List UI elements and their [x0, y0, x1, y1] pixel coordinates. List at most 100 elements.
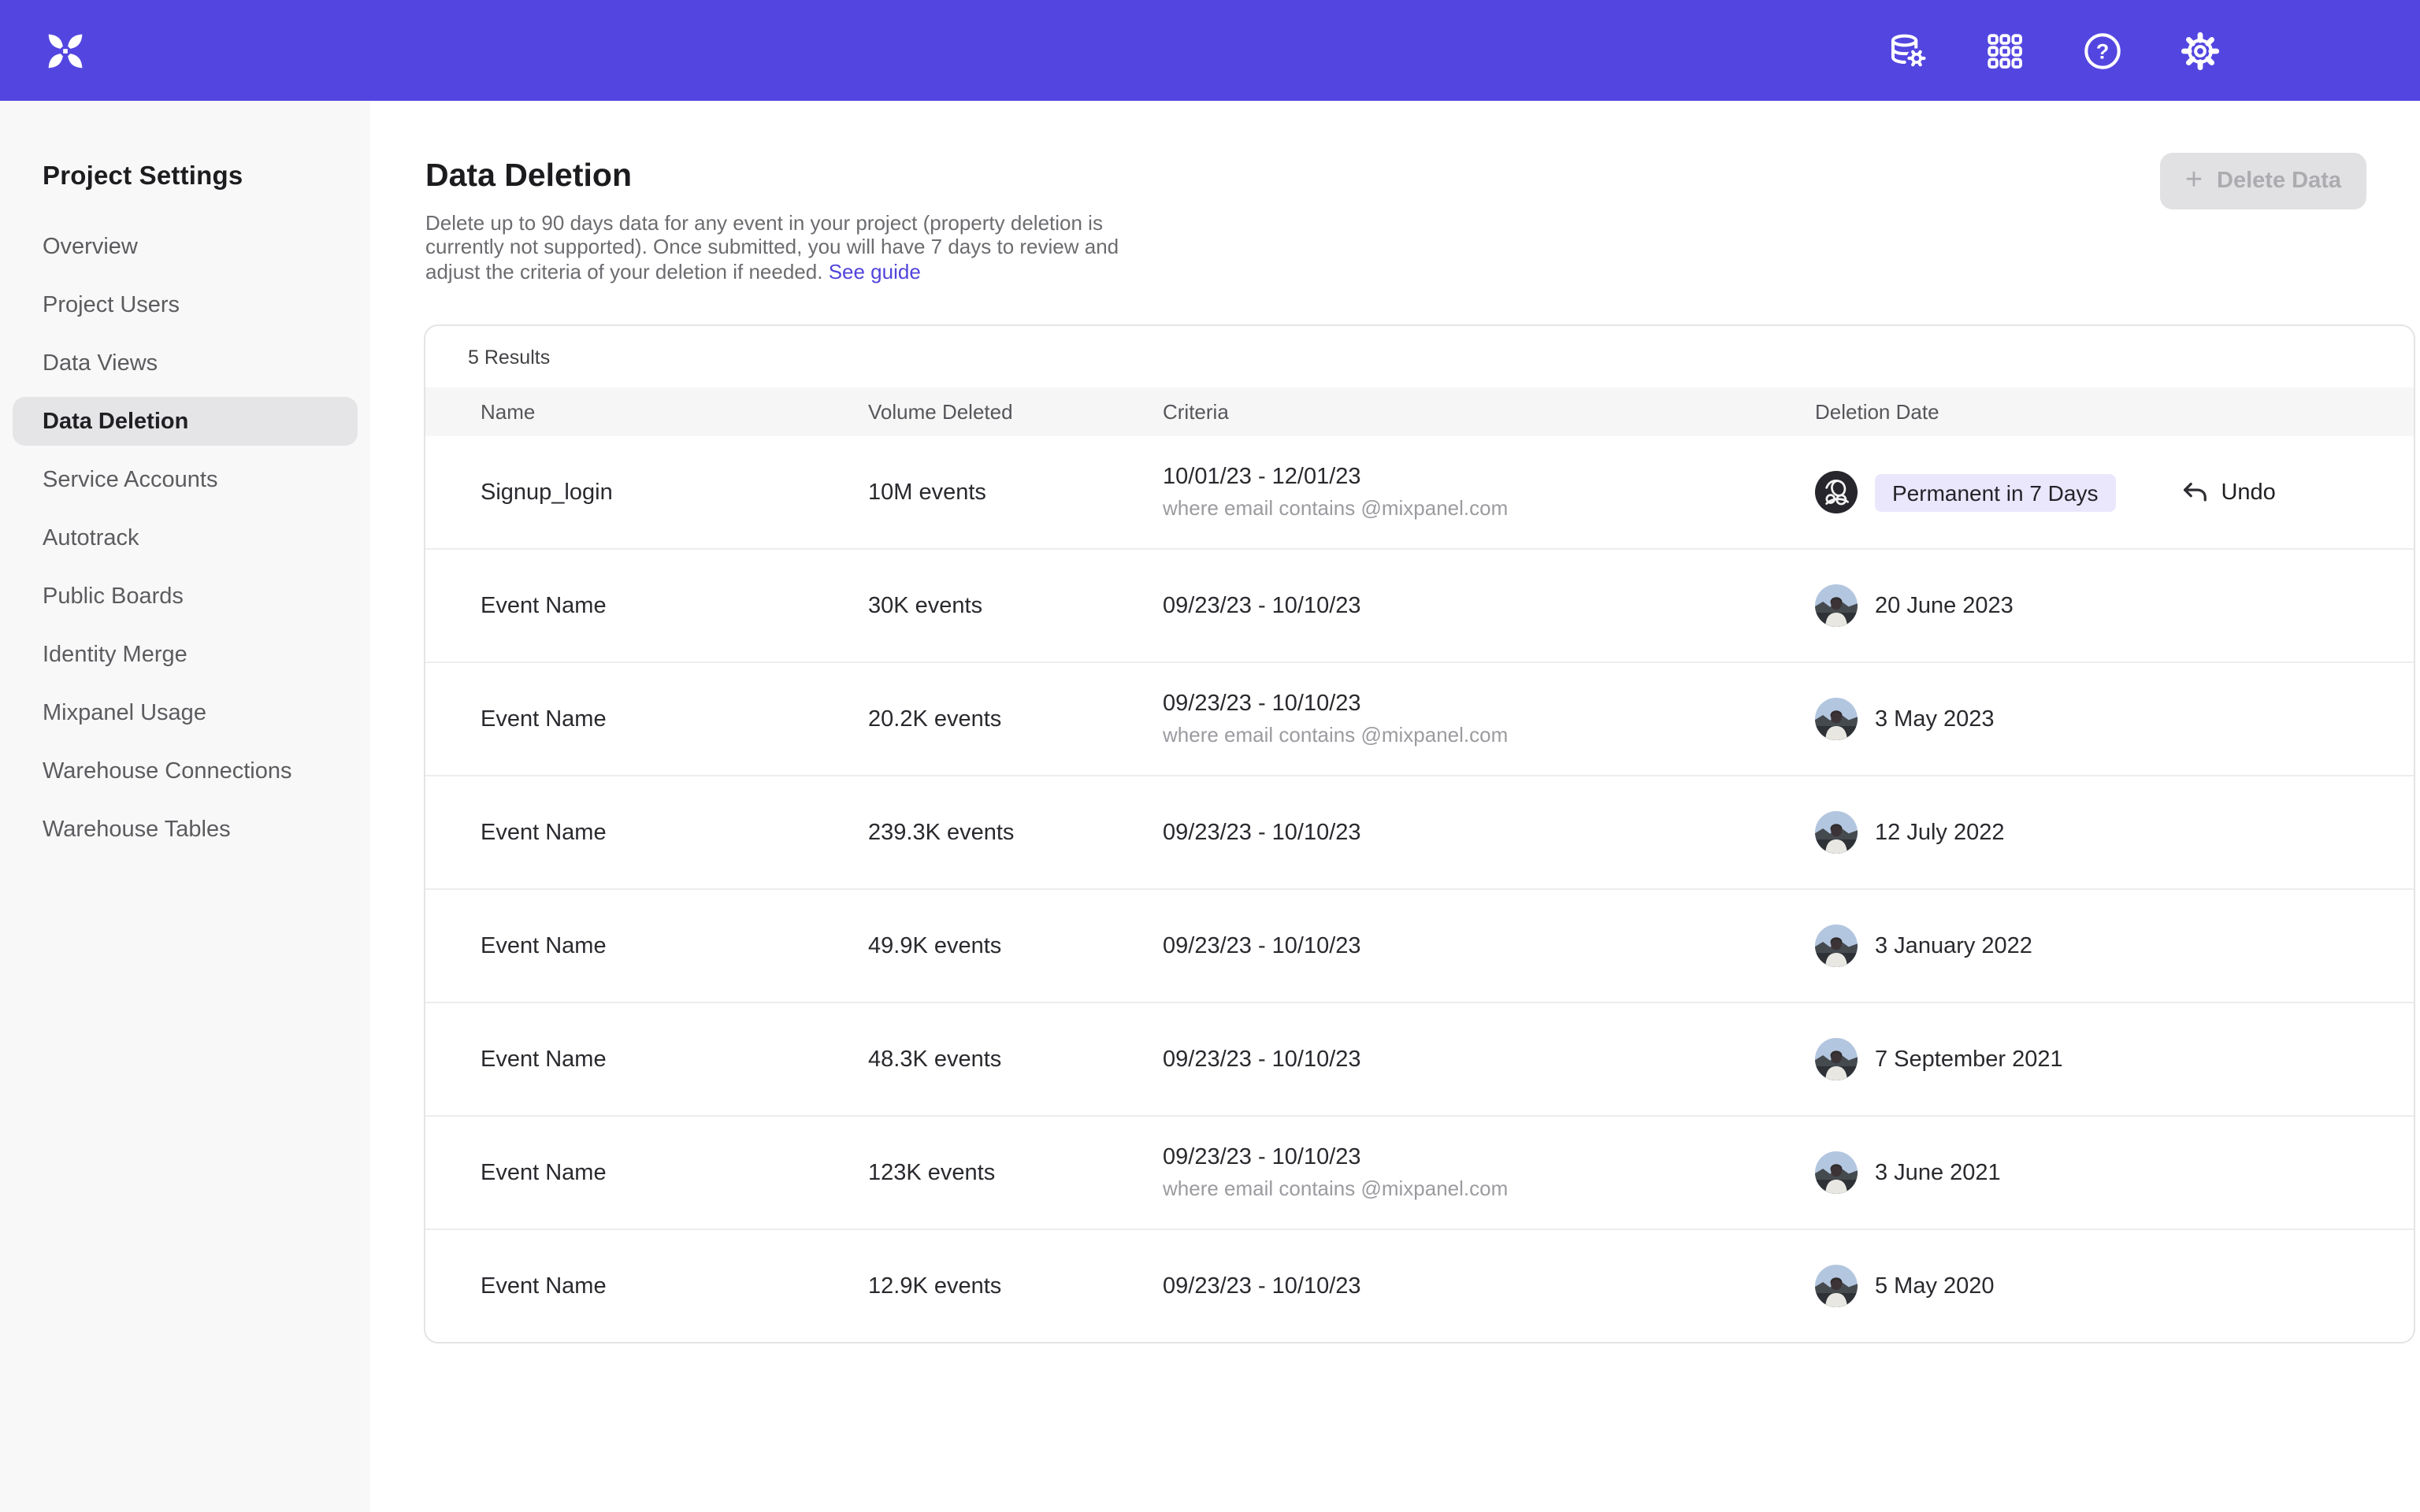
plus-icon: +: [2185, 165, 2203, 195]
user-avatar: [1815, 698, 1858, 740]
sidebar-item-label: Warehouse Tables: [13, 805, 358, 854]
sidebar-item-data-deletion[interactable]: Data Deletion: [13, 392, 358, 450]
cell-deletion-date: 7 September 2021: [1815, 1038, 2414, 1080]
top-navigation-bar: ?: [0, 0, 2420, 101]
cell-criteria: 10/01/23 - 12/01/23 where email contains …: [1163, 465, 1815, 520]
cell-volume-deleted: 12.9K events: [868, 1273, 1163, 1299]
cell-volume-deleted: 20.2K events: [868, 706, 1163, 732]
undo-icon: [2178, 477, 2208, 507]
cell-criteria: 09/23/23 - 10/10/23where email contains …: [1163, 691, 1815, 747]
user-avatar: [1815, 925, 1858, 967]
cell-criteria: 09/23/23 - 10/10/23: [1163, 593, 1815, 618]
results-count: 5 Results: [425, 326, 2414, 387]
cell-deletion-date: Permanent in 7 Days Undo: [1815, 471, 2414, 513]
sidebar-item-warehouse-connections[interactable]: Warehouse Connections: [13, 742, 358, 800]
sidebar-item-label: Data Deletion: [13, 397, 358, 446]
table-body: Signup_login10M events10/01/23 - 12/01/2…: [425, 436, 2414, 1342]
deletion-date-text: 7 September 2021: [1875, 1047, 2063, 1072]
sidebar-item-data-views[interactable]: Data Views: [13, 334, 358, 392]
delete-data-button[interactable]: + Delete Data: [2160, 153, 2366, 209]
table-row: Event Name49.9K events09/23/23 - 10/10/2…: [425, 888, 2414, 1002]
criteria-filter: where email contains @mixpanel.com: [1163, 1177, 1815, 1200]
column-header-deletion-date: Deletion Date: [1815, 400, 2414, 424]
sidebar-item-identity-merge[interactable]: Identity Merge: [13, 625, 358, 684]
column-header-volume: Volume Deleted: [868, 400, 1163, 424]
table-row: Event Name48.3K events09/23/23 - 10/10/2…: [425, 1002, 2414, 1115]
table-row: Signup_login10M events10/01/23 - 12/01/2…: [425, 436, 2414, 548]
cell-criteria: 09/23/23 - 10/10/23: [1163, 933, 1815, 958]
table-row: Event Name20.2K events09/23/23 - 10/10/2…: [425, 662, 2414, 775]
sidebar-item-mixpanel-usage[interactable]: Mixpanel Usage: [13, 684, 358, 742]
deletion-date-text: 3 June 2021: [1875, 1160, 2001, 1185]
page-description-text: Delete up to 90 days data for any event …: [425, 211, 1119, 284]
main-content: Data Deletion Delete up to 90 days data …: [370, 101, 2420, 1512]
cell-deletion-date: 5 May 2020: [1815, 1265, 2414, 1307]
deletion-date-text: 20 June 2023: [1875, 593, 2014, 618]
cell-event-name: Signup_login: [481, 480, 868, 505]
cell-event-name: Event Name: [481, 933, 868, 958]
cell-deletion-date: 12 July 2022: [1815, 811, 2414, 854]
deletion-date-text: 3 January 2022: [1875, 933, 2032, 958]
cell-volume-deleted: 30K events: [868, 593, 1163, 618]
cell-deletion-date: 3 June 2021: [1815, 1151, 2414, 1194]
sidebar-item-public-boards[interactable]: Public Boards: [13, 567, 358, 625]
cell-deletion-date: 3 May 2023: [1815, 698, 2414, 740]
table-header-row: Name Volume Deleted Criteria Deletion Da…: [425, 387, 2414, 436]
project-settings-sidebar: Project Settings OverviewProject UsersDa…: [0, 101, 370, 1512]
see-guide-link[interactable]: See guide: [829, 260, 921, 284]
column-header-criteria: Criteria: [1163, 400, 1815, 424]
criteria-range: 10/01/23 - 12/01/23: [1163, 465, 1815, 490]
cell-event-name: Event Name: [481, 1047, 868, 1072]
criteria-range: 09/23/23 - 10/10/23: [1163, 933, 1815, 958]
undo-button[interactable]: Undo: [2178, 477, 2275, 507]
cell-volume-deleted: 123K events: [868, 1160, 1163, 1185]
sidebar-item-overview[interactable]: Overview: [13, 217, 358, 276]
svg-text:?: ?: [2096, 39, 2110, 62]
app-root: ? Project Settings OverviewProject Users…: [0, 0, 2420, 1512]
table-row: Event Name12.9K events09/23/23 - 10/10/2…: [425, 1228, 2414, 1342]
deletion-date-text: 5 May 2020: [1875, 1273, 1995, 1299]
cell-criteria: 09/23/23 - 10/10/23: [1163, 1273, 1815, 1299]
cell-volume-deleted: 10M events: [868, 480, 1163, 505]
mixpanel-logo-icon[interactable]: [44, 29, 87, 72]
apps-grid-icon[interactable]: [1984, 29, 2026, 72]
sidebar-item-autotrack[interactable]: Autotrack: [13, 509, 358, 567]
deletion-date-text: 12 July 2022: [1875, 820, 2004, 845]
user-avatar: [1815, 1151, 1858, 1194]
user-avatar: [1815, 811, 1858, 854]
cell-deletion-date: 3 January 2022: [1815, 925, 2414, 967]
table-row: Event Name123K events09/23/23 - 10/10/23…: [425, 1115, 2414, 1228]
criteria-range: 09/23/23 - 10/10/23: [1163, 1273, 1815, 1299]
criteria-range: 09/23/23 - 10/10/23: [1163, 1145, 1815, 1170]
cell-event-name: Event Name: [481, 820, 868, 845]
user-avatar: [1815, 1265, 1858, 1307]
sidebar-item-label: Public Boards: [13, 572, 358, 621]
table-row: Event Name239.3K events09/23/23 - 10/10/…: [425, 775, 2414, 888]
sidebar-item-service-accounts[interactable]: Service Accounts: [13, 450, 358, 509]
criteria-filter: where email contains @mixpanel.com: [1163, 496, 1815, 520]
sidebar-item-project-users[interactable]: Project Users: [13, 276, 358, 334]
cell-volume-deleted: 48.3K events: [868, 1047, 1163, 1072]
topbar-icon-group: ?: [1886, 0, 2221, 101]
user-avatar: [1815, 584, 1858, 627]
cell-volume-deleted: 49.9K events: [868, 933, 1163, 958]
criteria-range: 09/23/23 - 10/10/23: [1163, 1047, 1815, 1072]
cell-event-name: Event Name: [481, 1160, 868, 1185]
criteria-range: 09/23/23 - 10/10/23: [1163, 820, 1815, 845]
cell-event-name: Event Name: [481, 706, 868, 732]
sidebar-item-label: Autotrack: [13, 513, 358, 562]
data-settings-icon[interactable]: [1886, 29, 1928, 72]
settings-gear-icon[interactable]: [2179, 29, 2221, 72]
table-row: Event Name30K events09/23/23 - 10/10/23 …: [425, 548, 2414, 662]
criteria-range: 09/23/23 - 10/10/23: [1163, 593, 1815, 618]
sidebar-item-warehouse-tables[interactable]: Warehouse Tables: [13, 800, 358, 858]
undo-label: Undo: [2221, 480, 2275, 505]
cell-event-name: Event Name: [481, 1273, 868, 1299]
help-icon[interactable]: ?: [2081, 29, 2124, 72]
delete-data-button-label: Delete Data: [2217, 169, 2341, 194]
sidebar-item-label: Warehouse Connections: [13, 747, 358, 795]
permanent-badge: Permanent in 7 Days: [1875, 473, 2115, 511]
cell-event-name: Event Name: [481, 593, 868, 618]
sidebar-item-label: Project Users: [13, 280, 358, 329]
sidebar-item-label: Overview: [13, 222, 358, 271]
